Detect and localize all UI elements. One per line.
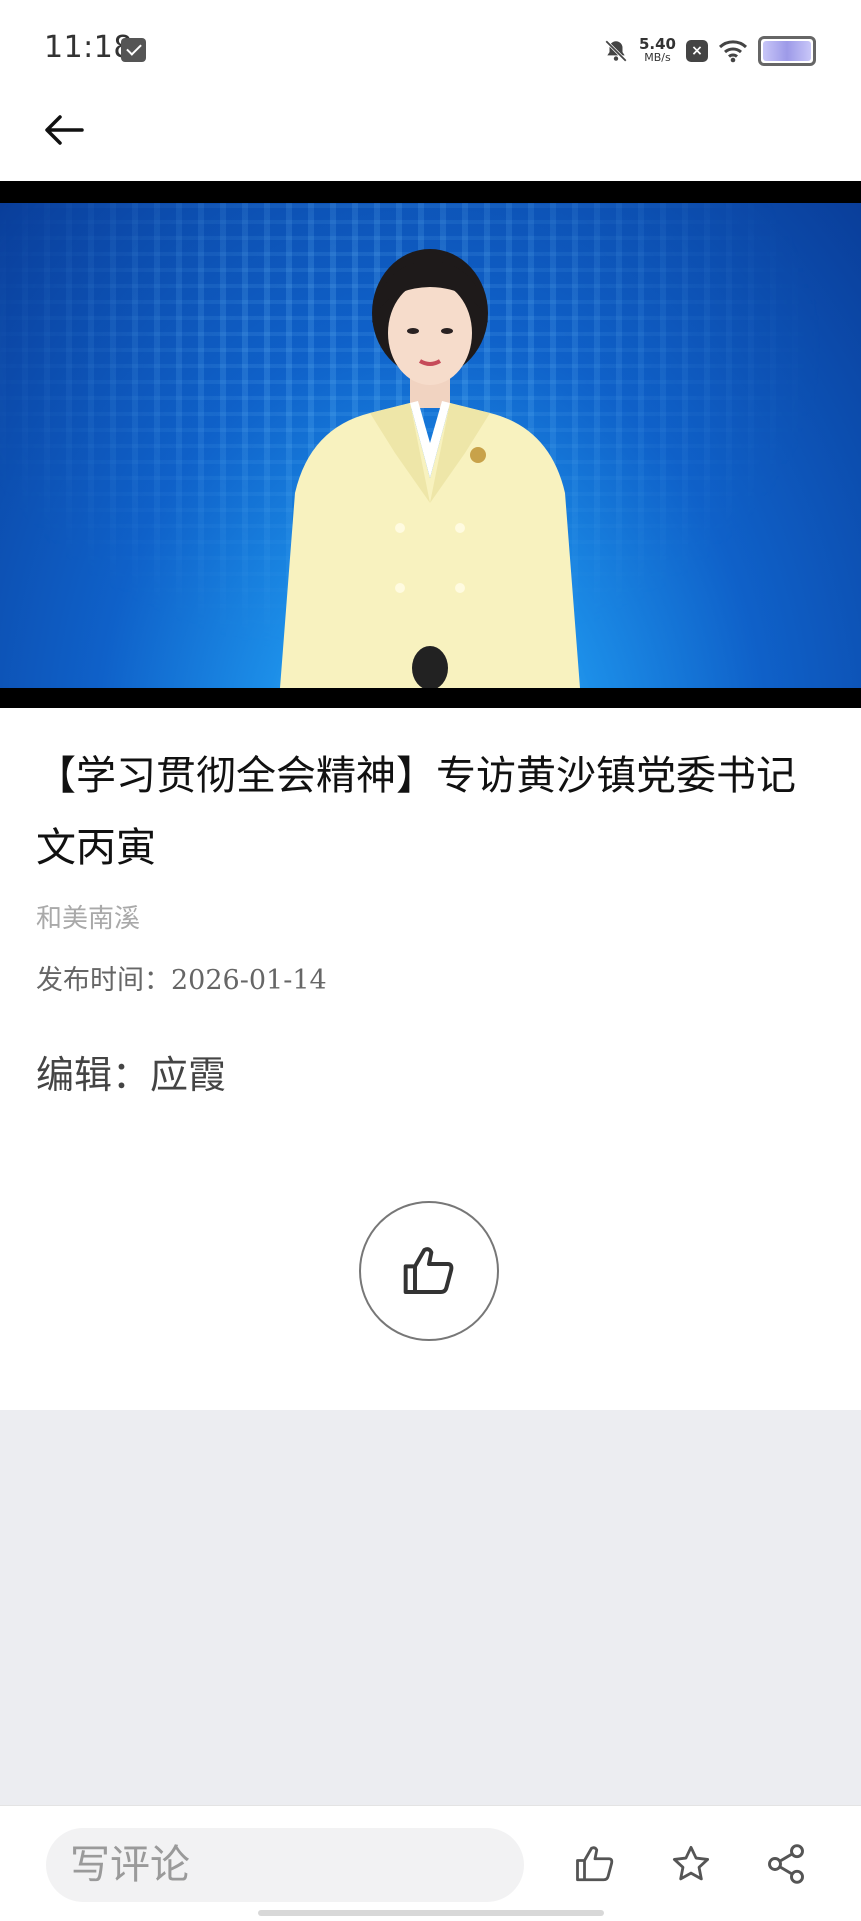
battery-fill [763, 41, 811, 61]
network-speed-value: 5.40 [638, 35, 676, 53]
network-speed: 5.40 MB/s [638, 35, 676, 65]
wifi-icon [718, 40, 748, 63]
comments-area [0, 1410, 861, 1805]
share-icon [768, 1844, 804, 1884]
app-notification-icon: × [686, 40, 708, 62]
favorite-button[interactable] [665, 1838, 717, 1890]
like-button[interactable] [359, 1201, 499, 1341]
video-player[interactable] [0, 181, 861, 708]
thumbs-up-icon [403, 1247, 454, 1294]
publish-time: 发布时间：2026-01-14 [36, 965, 327, 996]
battery-icon [758, 36, 816, 66]
home-indicator[interactable] [258, 1910, 604, 1916]
share-button[interactable] [760, 1838, 812, 1890]
news-anchor-image [280, 249, 580, 688]
notification-mail-icon [121, 38, 146, 62]
article-title: 【学习贯彻全会精神】专访黄沙镇党委书记 文丙寅 [36, 754, 796, 870]
article-source: 和美南溪 [36, 904, 141, 934]
star-icon [672, 1845, 710, 1881]
video-frame[interactable] [0, 203, 861, 688]
arrow-left-icon [45, 115, 84, 145]
back-button[interactable] [34, 100, 94, 160]
bottom-like-button[interactable] [569, 1838, 621, 1890]
status-icons: 5.40 MB/s × [603, 34, 816, 68]
status-time: 11:18 [44, 30, 133, 65]
status-bar: 11:18 5.40 MB/s × [0, 0, 861, 100]
bottom-action-bar [0, 1805, 861, 1921]
article-editor: 编辑：应霞 [36, 1053, 227, 1097]
thumbs-up-icon [576, 1846, 614, 1882]
comment-input[interactable] [46, 1828, 524, 1902]
bell-muted-icon [605, 40, 627, 62]
network-speed-unit: MB/s [644, 51, 671, 64]
